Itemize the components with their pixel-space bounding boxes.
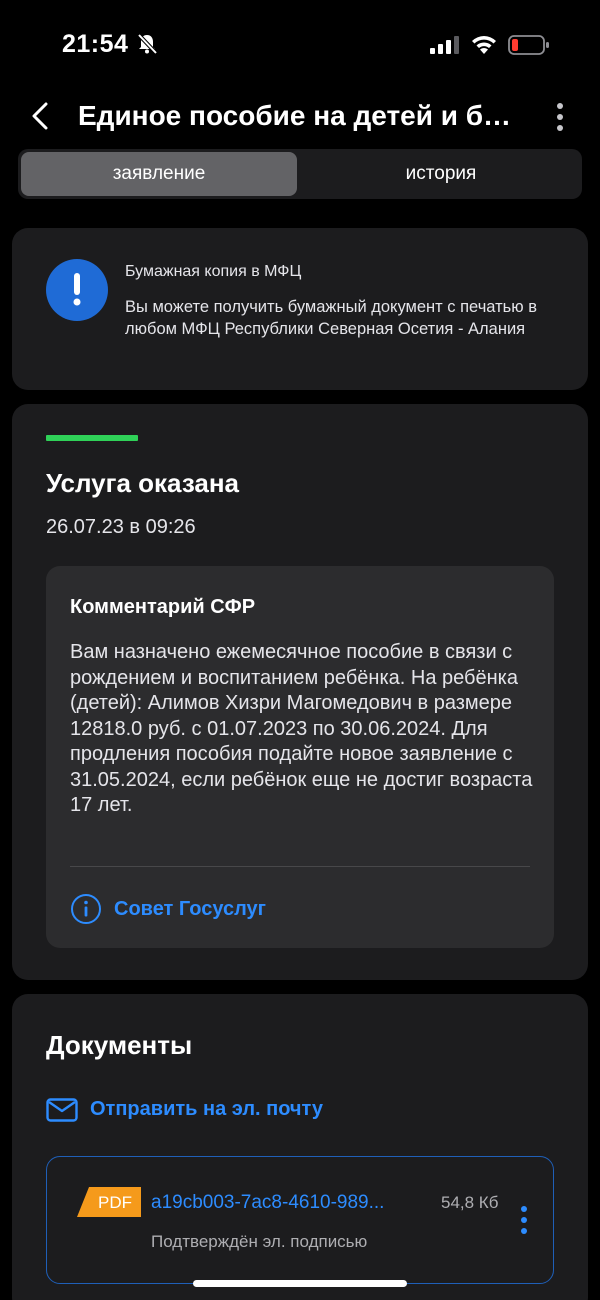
pdf-file-icon: PDF: [77, 1187, 141, 1217]
info-title: Бумажная копия в МФЦ: [125, 263, 302, 280]
back-chevron-icon[interactable]: [28, 100, 52, 132]
page-title: Единое пособие на детей и бе...: [78, 100, 518, 131]
paper-copy-card: Бумажная копия в МФЦ Вы можете получить …: [12, 228, 588, 390]
send-email-button[interactable]: Отправить на эл. почту: [90, 1098, 323, 1121]
comment-box: Комментарий СФР Вам назначено ежемесячно…: [46, 566, 554, 948]
status-time: 21:54: [62, 30, 129, 58]
bell-muted-icon: [137, 33, 158, 55]
documents-card: Документы Отправить на эл. почту PDF a19…: [12, 994, 588, 1300]
info-circle-icon[interactable]: [70, 893, 102, 925]
info-text: Вы можете получить бумажный документ с п…: [125, 298, 537, 338]
segmented-tabs: заявление история: [18, 149, 582, 199]
status-date: 26.07.23 в 09:26: [46, 516, 196, 538]
battery-icon: [508, 35, 549, 55]
documents-title: Документы: [46, 1030, 193, 1060]
file-size: 54,8 Кб: [441, 1193, 499, 1212]
tab-application[interactable]: заявление: [21, 152, 297, 196]
file-signature-status: Подтверждён эл. подписью: [151, 1232, 368, 1251]
status-progress-line: [46, 435, 138, 441]
status-title: Услуга оказана: [46, 468, 240, 498]
signal-icon: [430, 36, 459, 54]
file-name[interactable]: a19cb003-7ac8-4610-989...: [151, 1192, 431, 1214]
svg-text:PDF: PDF: [98, 1193, 132, 1212]
file-item[interactable]: PDF a19cb003-7ac8-4610-989... 54,8 Кб По…: [46, 1156, 554, 1284]
tab-history[interactable]: история: [303, 152, 579, 196]
more-vertical-icon[interactable]: [548, 100, 572, 134]
wifi-icon: [472, 36, 496, 54]
file-more-icon[interactable]: [517, 1203, 531, 1237]
home-indicator: [193, 1280, 407, 1287]
service-status-card: Услуга оказана 26.07.23 в 09:26 Коммента…: [12, 404, 588, 980]
advice-link[interactable]: Совет Госуслуг: [114, 898, 266, 921]
divider: [70, 866, 530, 867]
status-bar: 21:54: [0, 0, 600, 90]
comment-title: Комментарий СФР: [70, 596, 256, 618]
exclamation-icon: [46, 259, 108, 321]
nav-header: Единое пособие на детей и бе...: [0, 90, 600, 146]
comment-text: Вам назначено ежемесячное пособие в связ…: [70, 641, 533, 816]
mail-icon[interactable]: [46, 1098, 78, 1122]
